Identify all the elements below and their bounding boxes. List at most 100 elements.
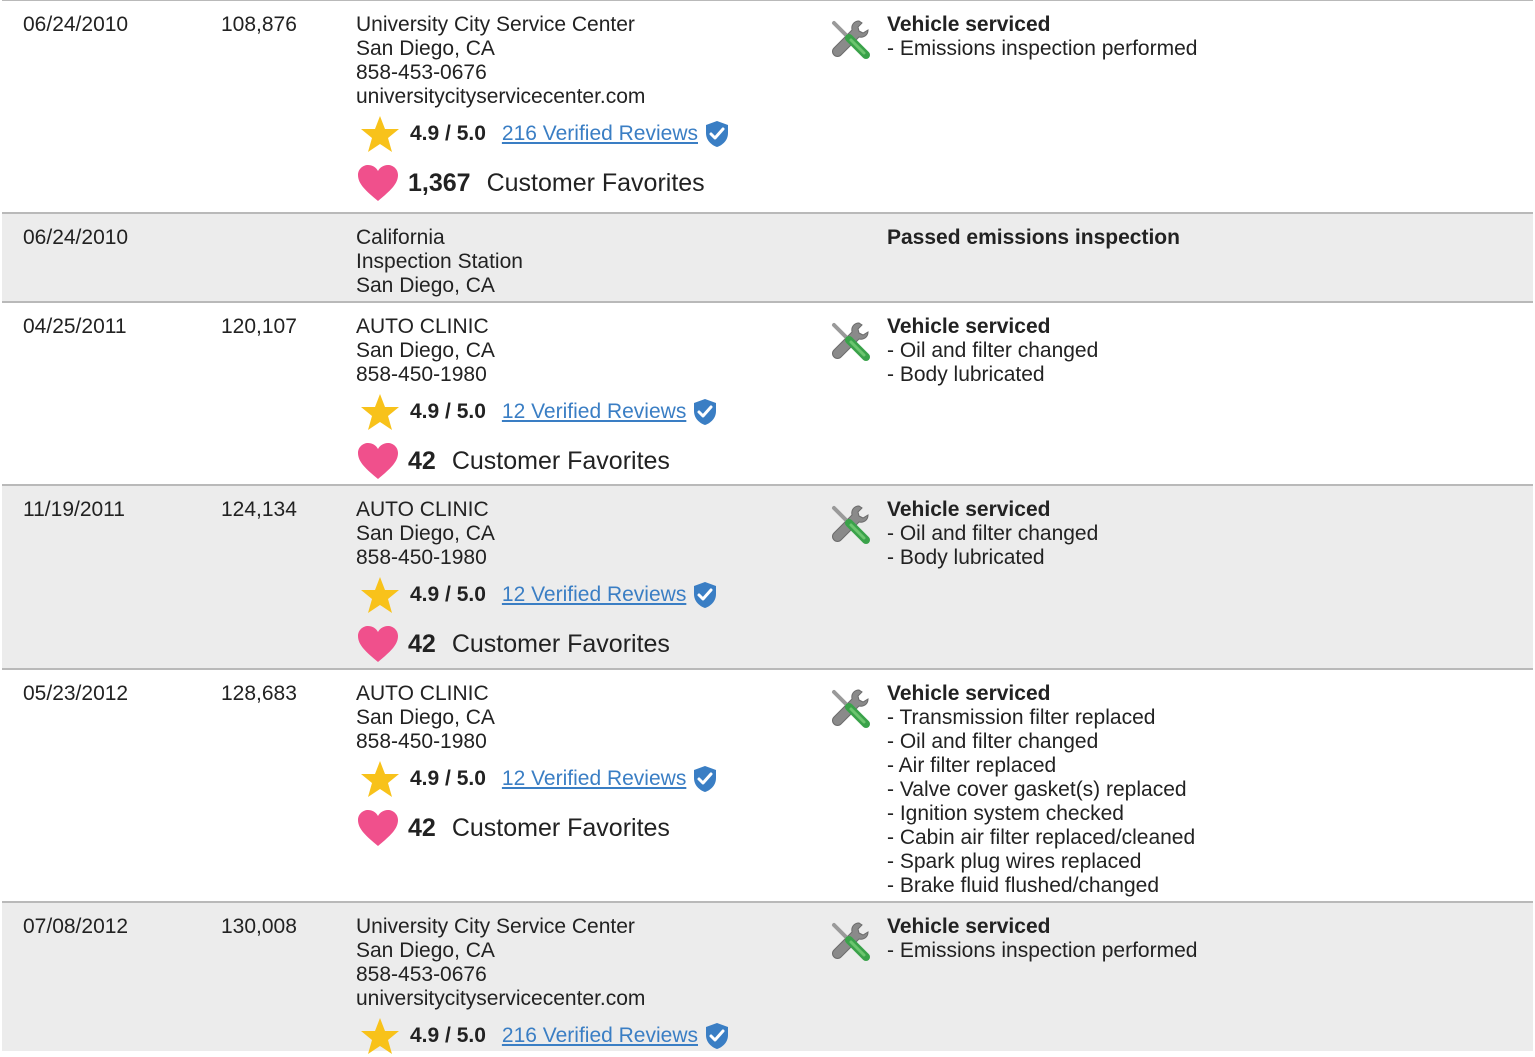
source-line[interactable]: universitycityservicecenter.com [356,987,806,1011]
service-item: - Oil and filter changed [887,730,1099,753]
service-title: Vehicle serviced [887,915,1051,938]
source-info: AUTO CLINIC San Diego, CA 858-450-1980 4.9 … [356,315,806,483]
rating-score: 4.9 / 5.0 [410,1024,486,1047]
favorites-label: Customer Favorites [451,630,670,658]
source-line: University City Service Center [356,13,635,36]
shop-rating: 4.9 / 5.0 216 Verified Reviews [356,1017,806,1055]
wrench-screwdriver-icon [832,922,870,961]
odometer-reading: 108,876 [221,13,297,36]
favorites-label: Customer Favorites [451,814,670,842]
favorites-count: 42 [408,447,436,475]
service-title: Vehicle serviced [887,13,1051,36]
service-item: - Emissions inspection performed [887,939,1198,962]
source-line: University City Service Center [356,915,635,938]
source-info: AUTO CLINIC San Diego, CA 858-450-1980 4.9 … [356,498,806,666]
source-line: 858-453-0676 [356,61,487,84]
service-title: Vehicle serviced [887,682,1051,705]
source-line[interactable]: universitycityservicecenter.com [356,85,806,109]
rating-score: 4.9 / 5.0 [410,583,486,606]
service-details: Passed emissions inspection [887,226,1507,250]
service-item: - Transmission filter replaced [887,706,1156,729]
source-line: AUTO CLINIC [356,498,489,521]
history-row: 06/24/2010 California Inspection Station S… [2,212,1533,301]
wrench-screwdriver-icon [832,689,870,728]
service-item: - Ignition system checked [887,802,1124,825]
customer-favorites: 42 Customer Favorites [356,622,806,666]
heart-icon [358,810,398,846]
verified-reviews-link[interactable]: 216 Verified Reviews [502,122,698,146]
source-line: San Diego, CA [356,37,495,60]
wrench-screwdriver-icon [832,505,870,544]
service-item: - Body lubricated [887,363,1045,386]
verified-reviews-link[interactable]: 12 Verified Reviews [502,767,686,791]
service-item: - Oil and filter changed [887,522,1099,545]
record-date: 04/25/2011 [23,315,127,338]
favorites-label: Customer Favorites [486,169,705,197]
verified-shield-icon [694,399,717,425]
customer-favorites: 42 Customer Favorites [356,439,806,483]
wrench-screwdriver-icon [832,322,870,361]
source-line: Inspection Station [356,250,523,273]
verified-shield-icon [706,1023,728,1049]
shop-rating: 4.9 / 5.0 216 Verified Reviews [356,115,806,153]
odometer-reading: 124,134 [221,498,297,521]
source-line: California [356,226,445,249]
source-line: San Diego, CA [356,522,495,545]
rating-score: 4.9 / 5.0 [410,122,486,145]
service-item: - Emissions inspection performed [887,37,1198,60]
shop-rating: 4.9 / 5.0 12 Verified Reviews [356,760,806,798]
history-row: 05/23/2012 128,683 AUTO CLINIC San Diego,… [2,668,1533,901]
shop-rating: 4.9 / 5.0 12 Verified Reviews [356,393,806,431]
favorites-count: 42 [408,814,436,842]
source-line: 858-450-1980 [356,363,487,386]
service-title: Vehicle serviced [887,498,1051,521]
odometer-reading: 130,008 [221,915,297,938]
verified-reviews-link[interactable]: 12 Verified Reviews [502,400,686,424]
shop-rating: 4.9 / 5.0 12 Verified Reviews [356,576,806,614]
star-icon [361,394,399,430]
rating-score: 4.9 / 5.0 [410,767,486,790]
service-details: Vehicle serviced - Emissions inspection … [887,915,1507,963]
history-row: 04/25/2011 120,107 AUTO CLINIC San Diego,… [2,301,1533,484]
history-row: 06/24/2010 108,876 University City Servi… [2,0,1533,212]
service-details: Vehicle serviced - Transmission filter r… [887,682,1507,898]
verified-reviews-link[interactable]: 12 Verified Reviews [502,583,686,607]
source-line: San Diego, CA [356,939,495,962]
source-line: San Diego, CA [356,339,495,362]
customer-favorites: 1,367 Customer Favorites [356,161,806,205]
source-line: San Diego, CA [356,706,495,729]
star-icon [361,116,399,152]
source-info: University City Service Center San Diego,… [356,13,806,205]
heart-icon [358,626,398,662]
star-icon [361,761,399,797]
odometer-reading: 120,107 [221,315,297,338]
source-info: AUTO CLINIC San Diego, CA 858-450-1980 4.9 … [356,682,806,850]
service-item: - Spark plug wires replaced [887,850,1142,873]
verified-reviews-link[interactable]: 216 Verified Reviews [502,1024,698,1048]
service-details: Vehicle serviced - Oil and filter change… [887,315,1507,387]
favorites-count: 42 [408,630,436,658]
service-item: - Cabin air filter replaced/cleaned [887,826,1196,849]
record-date: 06/24/2010 [23,226,129,249]
service-details: Vehicle serviced - Oil and filter change… [887,498,1507,570]
heart-icon [358,443,398,479]
favorites-label: Customer Favorites [451,447,670,475]
rating-score: 4.9 / 5.0 [410,400,486,423]
source-line: 858-450-1980 [356,730,487,753]
customer-favorites: 42 Customer Favorites [356,806,806,850]
service-item: - Oil and filter changed [887,339,1099,362]
verified-shield-icon [694,766,717,792]
verified-shield-icon [694,582,717,608]
history-row: 07/08/2012 130,008 University City Servi… [2,901,1533,1054]
heart-icon [358,165,398,201]
service-item: - Body lubricated [887,546,1045,569]
source-info: University City Service Center San Diego,… [356,915,806,1055]
record-date: 11/19/2011 [23,498,125,521]
wrench-screwdriver-icon [832,20,870,59]
record-date: 07/08/2012 [23,915,129,938]
source-line: AUTO CLINIC [356,315,489,338]
record-date: 06/24/2010 [23,13,129,36]
verified-shield-icon [706,121,728,147]
vehicle-history-table: 06/24/2010 108,876 University City Servi… [2,0,1533,1054]
service-title: Passed emissions inspection [887,226,1180,249]
